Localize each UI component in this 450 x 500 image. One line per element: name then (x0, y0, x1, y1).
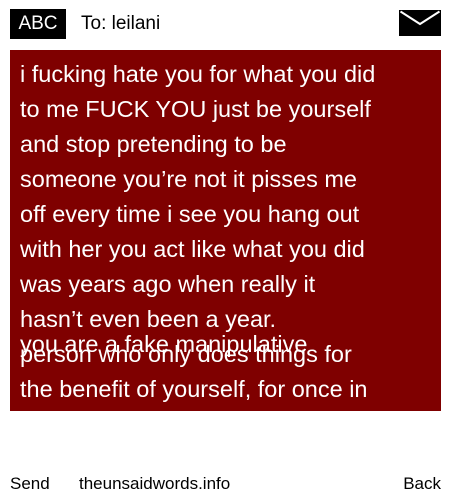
message-card: i fucking hate you for what you did to m… (10, 50, 441, 411)
recipient-label: To: leilani (81, 13, 161, 34)
envelope-icon[interactable] (399, 10, 441, 36)
footer-bar: Send theunsaidwords.info Back (0, 468, 450, 500)
send-button[interactable]: Send (10, 468, 50, 500)
abc-badge: ABC (10, 9, 66, 39)
back-button[interactable]: Back (403, 468, 441, 500)
message-header: ABC To: leilani (0, 0, 450, 44)
message-overlap-line: you are a fake manipulative (20, 331, 308, 357)
envelope-icon-graphic (399, 10, 441, 36)
site-label: theunsaidwords.info (79, 474, 231, 493)
